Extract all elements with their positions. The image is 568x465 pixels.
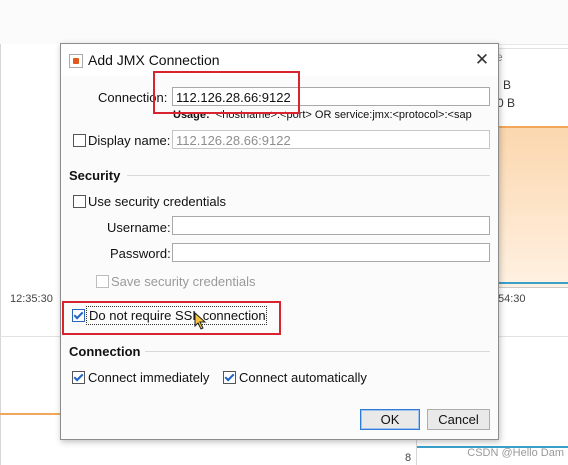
display-name-input[interactable]: 112.126.28.66:9122	[172, 130, 490, 149]
background-left-chart	[0, 44, 60, 465]
memory-area-fill	[498, 127, 568, 287]
watermark: CSDN @Hello Dam	[467, 447, 564, 459]
checkmark-icon	[224, 371, 235, 382]
save-credentials-label: Save security credentials	[111, 274, 256, 289]
username-label: Username:	[107, 220, 171, 235]
lower-chart-axis	[416, 438, 417, 465]
chart-border	[0, 44, 1, 465]
java-app-icon	[69, 54, 83, 68]
security-separator	[127, 175, 490, 176]
time-axis-label-right: 54:30	[498, 293, 526, 305]
security-section-title: Security	[69, 168, 121, 183]
display-name-checkbox[interactable]	[73, 134, 86, 147]
connect-automatically-label[interactable]: Connect automatically	[239, 370, 367, 385]
connect-automatically-checkbox[interactable]	[223, 371, 236, 384]
use-credentials-checkbox[interactable]	[73, 195, 86, 208]
right-chart-axis	[498, 287, 568, 288]
right-chart-top	[498, 48, 568, 49]
right-chart-divider	[498, 336, 568, 337]
display-name-label[interactable]: Display name:	[88, 133, 170, 148]
background-toolbar	[0, 0, 568, 45]
connection-section-title: Connection	[69, 344, 141, 359]
save-credentials-checkbox[interactable]	[96, 275, 109, 288]
cpu-line-right	[498, 282, 568, 284]
password-label: Password:	[110, 246, 171, 261]
chart-divider	[0, 336, 60, 337]
memory-line-left	[0, 413, 60, 415]
connection-separator	[145, 351, 490, 352]
connect-immediately-label[interactable]: Connect immediately	[88, 370, 209, 385]
ssl-highlight-box	[62, 301, 281, 335]
ok-button[interactable]: OK	[360, 409, 420, 430]
memory-line-right	[498, 126, 568, 128]
username-input[interactable]	[172, 216, 490, 235]
connect-immediately-checkbox[interactable]	[72, 371, 85, 384]
close-button[interactable]: ✕	[472, 50, 492, 70]
right-panel-value-2: 0 B	[497, 96, 516, 110]
cancel-button[interactable]: Cancel	[427, 409, 490, 430]
connection-highlight-box	[153, 71, 300, 114]
close-icon: ✕	[474, 50, 490, 69]
dialog-title: Add JMX Connection	[88, 52, 220, 68]
password-input[interactable]	[172, 243, 490, 262]
time-axis-label-left: 12:35:30	[10, 293, 53, 305]
checkmark-icon	[73, 371, 84, 382]
mouse-cursor-icon	[194, 312, 207, 330]
use-credentials-label[interactable]: Use security credentials	[88, 194, 226, 209]
right-panel-value-1: B	[503, 78, 512, 92]
lower-chart-tick: 8	[405, 452, 412, 464]
